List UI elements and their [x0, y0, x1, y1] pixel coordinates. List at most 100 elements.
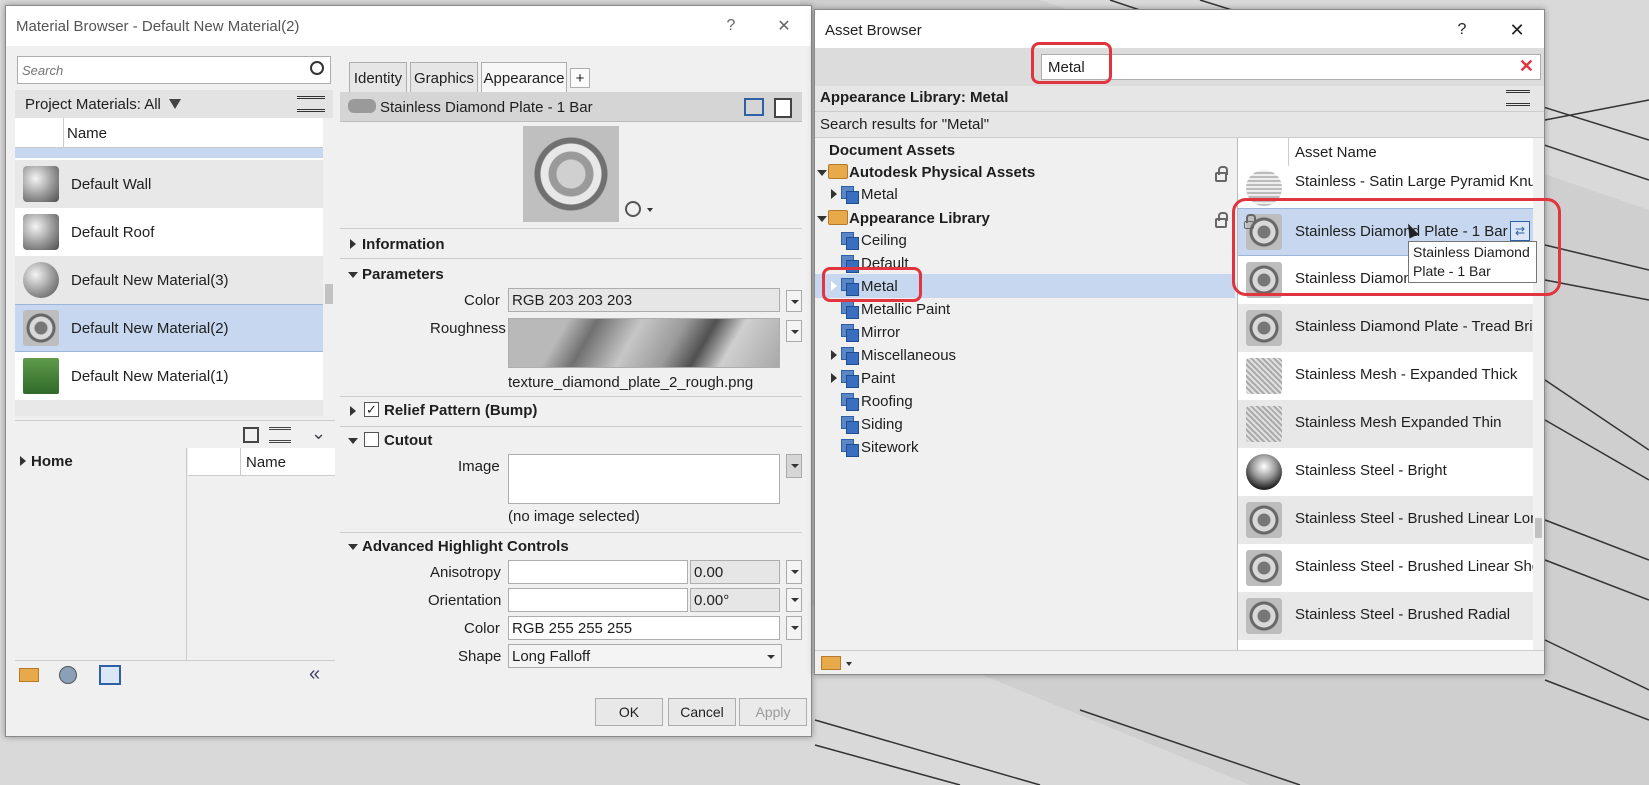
color-field[interactable]: RGB 203 203 203 — [508, 288, 780, 312]
relief-checkbox[interactable]: ✓ — [364, 402, 379, 417]
expand-home-icon[interactable] — [20, 456, 26, 466]
material-search-box[interactable] — [17, 56, 331, 84]
swap-asset-icon[interactable] — [744, 98, 764, 116]
library-folder-icon[interactable] — [821, 656, 841, 670]
view-options-icon[interactable] — [297, 96, 325, 112]
chevron-down-icon[interactable] — [846, 662, 852, 666]
name-column-header[interactable]: Name — [67, 125, 107, 142]
asset-row[interactable]: Stainless Steel - Brushed Radial — [1238, 592, 1533, 640]
list-view-icon[interactable] — [269, 427, 291, 443]
materials-scrollbar[interactable] — [324, 118, 334, 416]
collapse-appearance-library-icon[interactable] — [817, 216, 827, 222]
expand-physical-metal-icon[interactable] — [831, 189, 837, 199]
asset-row[interactable]: Stainless Steel - Brushed Linear Short — [1238, 544, 1533, 592]
tree-item-appearance-library[interactable]: Appearance Library — [849, 210, 990, 227]
material-search-input[interactable] — [22, 58, 302, 82]
asset-row[interactable]: Stainless Mesh - Expanded Thick — [1238, 352, 1533, 400]
close-button[interactable]: ✕ — [764, 12, 804, 40]
tree-item-sitework[interactable]: Sitework — [861, 439, 919, 456]
replace-asset-icon[interactable] — [348, 99, 376, 113]
roughness-texture[interactable] — [508, 318, 780, 368]
image-field[interactable] — [508, 454, 780, 504]
anisotropy-dropdown[interactable] — [786, 560, 802, 584]
color-dropdown[interactable] — [786, 290, 802, 312]
section-parameters[interactable]: Parameters — [362, 266, 444, 283]
asset-thumbnail — [1246, 406, 1282, 442]
expand-relief-icon[interactable] — [350, 406, 356, 416]
roughness-dropdown[interactable] — [786, 320, 802, 342]
orientation-slider[interactable] — [508, 588, 688, 612]
material-row-new-material-2[interactable]: Default New Material(2) — [15, 304, 323, 352]
highlight-color-dropdown[interactable] — [786, 616, 802, 640]
tree-item-siding[interactable]: Siding — [861, 416, 903, 433]
collapse-parameters-icon[interactable] — [348, 272, 358, 278]
search-icon[interactable] — [310, 61, 324, 75]
tree-item-physical-metal[interactable]: Metal — [861, 186, 898, 203]
ok-button[interactable]: OK — [595, 698, 663, 726]
section-relief[interactable]: Relief Pattern (Bump) — [384, 402, 537, 419]
material-row-default-wall[interactable]: Default Wall — [15, 160, 323, 208]
anisotropy-label: Anisotropy — [430, 564, 501, 581]
tab-graphics[interactable]: Graphics — [410, 62, 478, 94]
collapse-physical-assets-icon[interactable] — [817, 170, 827, 176]
scroll-thumb[interactable] — [325, 284, 333, 304]
tab-identity[interactable]: Identity — [349, 62, 407, 94]
asset-name-column-header[interactable]: Asset Name — [1295, 144, 1377, 161]
tree-item-miscellaneous[interactable]: Miscellaneous — [861, 347, 956, 364]
section-advanced[interactable]: Advanced Highlight Controls — [362, 538, 569, 555]
shape-label: Shape — [458, 648, 502, 665]
create-library-icon[interactable] — [19, 668, 39, 682]
help-button[interactable]: ? — [1442, 16, 1482, 44]
collapse-left-icon[interactable]: « — [309, 663, 320, 686]
tab-appearance[interactable]: Appearance — [481, 62, 567, 94]
cutout-checkbox[interactable] — [364, 432, 379, 447]
tree-item-ceiling[interactable]: Ceiling — [861, 232, 907, 249]
anisotropy-slider[interactable] — [508, 560, 688, 584]
tree-item-physical-assets[interactable]: Autodesk Physical Assets — [849, 164, 1035, 181]
add-tab-button[interactable]: + — [570, 68, 590, 88]
clear-search-icon[interactable]: ✕ — [1519, 56, 1534, 77]
material-row-new-material-3[interactable]: Default New Material(3) — [15, 256, 323, 304]
library-header: Appearance Library: Metal — [815, 86, 1544, 112]
highlight-color-field[interactable]: RGB 255 255 255 — [508, 616, 780, 640]
cancel-button[interactable]: Cancel — [668, 698, 736, 726]
duplicate-asset-icon[interactable] — [774, 98, 792, 118]
tree-item-roofing[interactable]: Roofing — [861, 393, 913, 410]
panel-toggle-icon[interactable] — [243, 427, 259, 443]
apply-button[interactable]: Apply — [739, 698, 807, 726]
asset-row[interactable]: Stainless Steel - Brushed Linear Long — [1238, 496, 1533, 544]
collapse-down-icon[interactable]: ⌄ — [311, 423, 326, 444]
toggle-panel-icon[interactable] — [99, 665, 121, 685]
expand-miscellaneous-icon[interactable] — [831, 350, 837, 360]
orientation-field[interactable]: 0.00° — [690, 588, 780, 612]
tree-item-metallic-paint[interactable]: Metallic Paint — [861, 301, 950, 318]
filter-icon[interactable] — [168, 99, 181, 109]
home-label[interactable]: Home — [31, 453, 73, 470]
scroll-thumb[interactable] — [1535, 518, 1542, 538]
asset-row[interactable]: Stainless Mesh Expanded Thin — [1238, 400, 1533, 448]
asset-search-box[interactable]: Metal ✕ — [1041, 54, 1541, 80]
expand-information-icon[interactable] — [350, 239, 356, 249]
material-row-default-roof[interactable]: Default Roof — [15, 208, 323, 256]
help-button[interactable]: ? — [711, 12, 751, 40]
image-dropdown[interactable] — [786, 454, 802, 478]
asset-row[interactable]: Stainless Steel - Bright — [1238, 448, 1533, 496]
view-options-icon[interactable] — [1506, 90, 1530, 106]
close-button[interactable]: ✕ — [1497, 16, 1537, 44]
library-name-header[interactable]: Name — [246, 454, 286, 471]
collapse-cutout-icon[interactable] — [348, 438, 358, 444]
asset-row[interactable]: Stainless Diamond Plate - Tread Brite — [1238, 304, 1533, 352]
material-row-new-material-1[interactable]: Default New Material(1) — [15, 352, 323, 400]
anisotropy-field[interactable]: 0.00 — [690, 560, 780, 584]
orientation-dropdown[interactable] — [786, 588, 802, 612]
section-information[interactable]: Information — [362, 236, 445, 253]
collapse-advanced-icon[interactable] — [348, 544, 358, 550]
tree-item-paint[interactable]: Paint — [861, 370, 895, 387]
shape-select[interactable]: Long Falloff — [508, 644, 782, 668]
expand-paint-icon[interactable] — [831, 373, 837, 383]
render-settings-icon[interactable] — [625, 201, 641, 217]
render-dropdown-icon[interactable] — [647, 208, 653, 212]
tree-item-mirror[interactable]: Mirror — [861, 324, 900, 341]
section-cutout[interactable]: Cutout — [384, 432, 432, 449]
asset-browser-icon[interactable] — [59, 666, 77, 684]
